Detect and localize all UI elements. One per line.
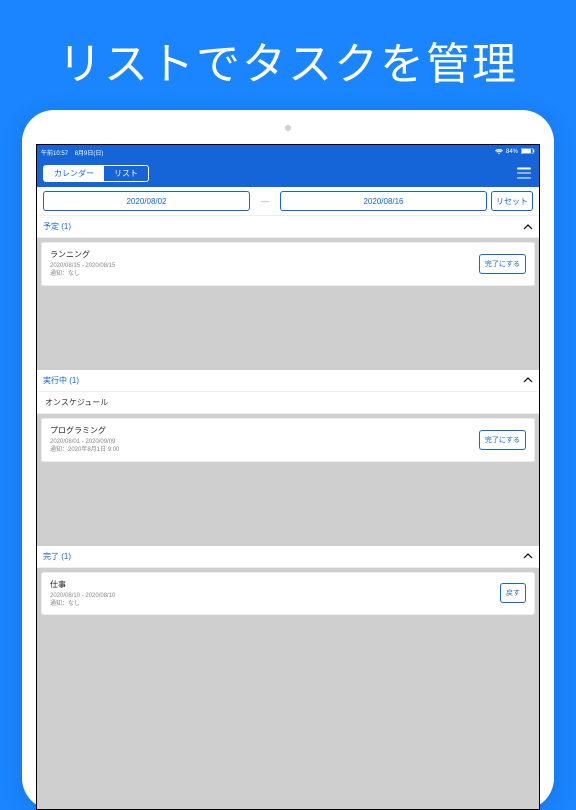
chevron-up-icon <box>523 553 533 559</box>
section-label: 実行中 (1) <box>43 375 79 386</box>
section-label: 完了 (1) <box>43 551 71 562</box>
section-label: 予定 (1) <box>43 221 71 232</box>
complete-button[interactable]: 完了にする <box>479 254 526 274</box>
tablet-camera <box>285 125 291 131</box>
wifi-icon <box>495 149 503 155</box>
app-screen: 午前10:57 8月9日(日) 84% カレンダー リスト <box>36 144 540 810</box>
section-gap <box>37 290 539 370</box>
menu-icon[interactable] <box>517 168 531 179</box>
section-header-in-progress[interactable]: 実行中 (1) <box>37 370 539 392</box>
task-title: 仕事 <box>50 579 500 590</box>
section-header-done[interactable]: 完了 (1) <box>37 546 539 568</box>
task-notify: 通知：2020年8月1日 9:00 <box>50 446 479 454</box>
status-bar: 午前10:57 8月9日(日) 84% <box>37 145 539 159</box>
task-info: ランニング 2020/08/15 - 2020/08/15 通知：なし <box>50 249 479 279</box>
date-range-dash: — <box>254 191 276 211</box>
task-card[interactable]: 仕事 2020/08/10 - 2020/08/10 通知：なし 戻す <box>41 572 535 616</box>
battery-icon <box>521 148 535 156</box>
date-filter-bar: 2020/08/02 — 2020/08/16 リセット <box>37 187 539 216</box>
chevron-up-icon <box>523 377 533 383</box>
section-header-scheduled[interactable]: 予定 (1) <box>37 216 539 238</box>
complete-button[interactable]: 完了にする <box>479 430 526 450</box>
task-notify: 通知：なし <box>50 270 479 278</box>
section-gap <box>37 466 539 546</box>
reset-button[interactable]: リセット <box>491 191 533 211</box>
task-card[interactable]: プログラミング 2020/08/01 - 2020/09/09 通知：2020年… <box>41 418 535 462</box>
section-gap <box>37 619 539 674</box>
undo-button[interactable]: 戻す <box>500 583 526 603</box>
task-title: ランニング <box>50 249 479 260</box>
subsection-on-schedule: オンスケジュール <box>37 392 539 414</box>
date-from-button[interactable]: 2020/08/02 <box>43 191 250 211</box>
chevron-up-icon <box>523 224 533 230</box>
task-card[interactable]: ランニング 2020/08/15 - 2020/08/15 通知：なし 完了にす… <box>41 242 535 286</box>
task-title: プログラミング <box>50 425 479 436</box>
view-segmented-control[interactable]: カレンダー リスト <box>43 165 149 182</box>
tab-list[interactable]: リスト <box>104 166 148 181</box>
status-time: 午前10:57 <box>41 151 68 157</box>
status-left: 午前10:57 8月9日(日) <box>41 148 288 157</box>
task-notify: 通知：なし <box>50 600 500 608</box>
task-dates: 2020/08/15 - 2020/08/15 <box>50 262 479 270</box>
task-dates: 2020/08/10 - 2020/08/10 <box>50 592 500 600</box>
tab-calendar[interactable]: カレンダー <box>44 166 104 181</box>
task-dates: 2020/08/01 - 2020/09/09 <box>50 438 479 446</box>
date-to-button[interactable]: 2020/08/16 <box>280 191 487 211</box>
task-info: 仕事 2020/08/10 - 2020/08/10 通知：なし <box>50 579 500 609</box>
task-info: プログラミング 2020/08/01 - 2020/09/09 通知：2020年… <box>50 425 479 455</box>
tablet-frame: 午前10:57 8月9日(日) 84% カレンダー リスト <box>22 110 554 810</box>
hero-title: リストでタスクを管理 <box>0 0 576 112</box>
status-date: 8月9日(日) <box>75 151 104 157</box>
status-battery: 84% <box>506 149 518 155</box>
toolbar: カレンダー リスト <box>37 159 539 187</box>
status-right: 84% <box>288 148 535 156</box>
